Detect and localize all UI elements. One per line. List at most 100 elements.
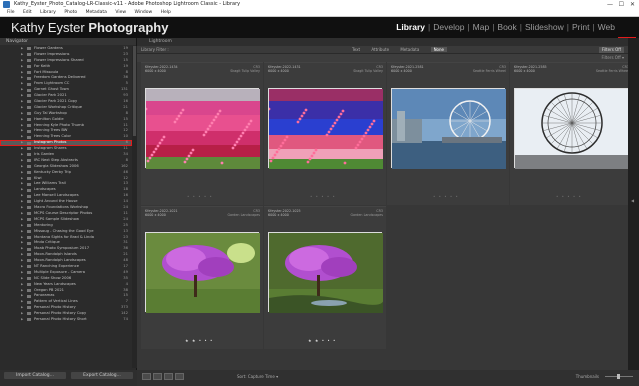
module-library[interactable]: Library [396,22,425,32]
compare-view-icon[interactable] [164,373,173,380]
photo-dimensions: 6000 x 4000 [391,69,412,73]
photo-folder: Skagit Tulip Valley [353,69,383,73]
folder-icon [27,100,31,104]
star-rating[interactable]: ★ ★ • • • [185,338,213,343]
menu-photo[interactable]: Photo [64,9,77,17]
star-rating[interactable]: • • • • • [187,194,213,199]
folder-icon [27,159,31,163]
photo-thumbnail[interactable] [391,88,506,169]
photo-dimensions: 6000 x 4000 [145,69,166,73]
folder-icon [27,153,31,157]
loupe-view-icon[interactable] [153,373,162,380]
minimize-button[interactable]: — [607,0,613,9]
grid-cell[interactable]: Kfeyster-2022-1021 6000 x 4000 CR3 Garden L… [141,206,263,349]
menu-window[interactable]: Window [134,9,152,17]
photo-dimensions: 6000 x 4000 [145,213,166,217]
module-print[interactable]: Print [572,22,589,32]
menu-bar: File Edit Library Photo Metadata View Wi… [0,9,639,17]
module-book[interactable]: Book [497,22,516,32]
folder-icon [27,94,31,98]
grid-cell[interactable]: Kfeyster-2022-1434 6000 x 4000 CR3 Skagit T… [141,62,263,205]
photo-folder: Garden Landscapes [350,213,383,217]
grid-cell[interactable]: Kfeyster-2022-1431 6000 x 4000 CR3 Skagit T… [264,62,386,205]
photo-thumbnail[interactable] [145,232,260,313]
menu-help[interactable]: Help [161,9,171,17]
filter-text[interactable]: Text [352,47,360,52]
menu-library[interactable]: Library [40,9,56,17]
folder-icon [27,318,31,322]
cell-meta: Kfeyster-2021-2585 6000 x 4000 [514,65,547,73]
identity-plate: Kathy Eyster Photography Library | Develop… [0,17,639,52]
maximize-button[interactable]: ☐ [619,0,624,9]
menu-view[interactable]: View [115,9,126,17]
menu-edit[interactable]: Edit [23,9,32,17]
grid-cell[interactable]: Kfeyster-2021-2585 6000 x 4000 CR3 Seattle … [510,62,632,205]
expand-right-panel-icon[interactable]: ◀ [631,198,636,206]
photo-folder: Garden Landscapes [227,213,260,217]
folder-icon [27,300,31,304]
star-rating[interactable]: ★ ★ • • • [308,338,336,343]
photo-thumbnail[interactable] [144,88,260,169]
folder-icon [27,59,31,63]
filter-metadata[interactable]: Metadata [400,47,419,52]
folder-icon [27,141,31,145]
star-rating[interactable]: • • • • • [310,194,336,199]
menu-metadata[interactable]: Metadata [86,9,107,17]
folder-icon [27,176,31,180]
left-panel: Navigator ▶ Flower Gardens 19 ▶ Flower Impre… [0,38,137,370]
sort-control[interactable]: Sort: Capture Time ▾ [237,374,278,379]
module-develop[interactable]: Develop [433,22,464,32]
disclosure-arrow-icon[interactable]: ▶ [21,317,23,323]
folder-icon [27,288,31,292]
navigator-header[interactable]: Navigator [0,38,136,45]
grid-view-icon[interactable] [142,373,151,380]
folder-icon [27,147,31,151]
library-header-label: Lightroom [149,39,172,44]
star-rating[interactable]: • • • • • [556,194,582,199]
scroll-thumb[interactable] [133,46,136,136]
export-button[interactable]: Export Catalog... [71,372,133,379]
brand-first: Kathy Eyster [11,20,89,35]
grid-cell[interactable]: Kfeyster-2021-2581 6000 x 4000 CR3 Seattle … [387,62,509,205]
folder-icon [27,76,31,80]
folder-icon [27,306,31,310]
slider-knob[interactable] [617,374,620,379]
folder-item[interactable]: ▶ Personal Photo History Short 74 [0,317,132,323]
right-panel-collapsed: ◀ [628,38,639,370]
folder-icon [27,129,31,133]
folder-icon [27,165,31,169]
photo-folder: Seattle Ferris Wheel [472,69,506,73]
module-slideshow[interactable]: Slideshow [525,22,564,32]
folder-icon [27,206,31,210]
star-rating[interactable]: • • • • • [433,194,459,199]
sort-value[interactable]: Capture Time ▾ [248,374,278,379]
filter-none[interactable]: None [430,47,447,52]
library-header: Lightroom [137,38,628,46]
brand-bold: Photography [88,20,169,35]
import-button[interactable]: Import Catalog... [4,372,66,379]
menu-file[interactable]: File [7,9,15,17]
filter-preset-button[interactable]: Filters Off [598,47,624,53]
thumbnail-size-slider[interactable] [605,374,633,379]
module-map[interactable]: Map [473,22,490,32]
folder-icon [27,88,31,92]
photo-thumbnail[interactable] [514,88,629,169]
photo-folder: Seattle Ferris Wheel [595,69,629,73]
folder-icon [27,106,31,110]
filter-preset-dropdown[interactable]: Filters Off ▾ [602,54,624,62]
close-button[interactable]: ✕ [630,0,635,9]
folder-icon [27,253,31,257]
photo-thumbnail[interactable] [267,88,383,169]
cell-meta-right: CR3 Seattle Ferris Wheel [596,65,629,73]
folder-icon [27,182,31,186]
photo-dimensions: 6000 x 4000 [268,213,289,217]
photo-thumbnail[interactable] [268,232,384,313]
module-web[interactable]: Web [598,22,615,32]
survey-view-icon[interactable] [175,373,184,380]
left-panel-footer: Import Catalog... Export Catalog... [0,370,137,386]
grid-cell[interactable]: Kfeyster-2022-1025 6000 x 4000 CR3 Garden L… [264,206,386,349]
filter-options: Text Attribute Metadata None [347,46,452,54]
folder-icon [27,64,31,68]
library-filter-bar: Library Filter : Text Attribute Metadata… [137,46,628,54]
filter-attribute[interactable]: Attribute [371,47,389,52]
